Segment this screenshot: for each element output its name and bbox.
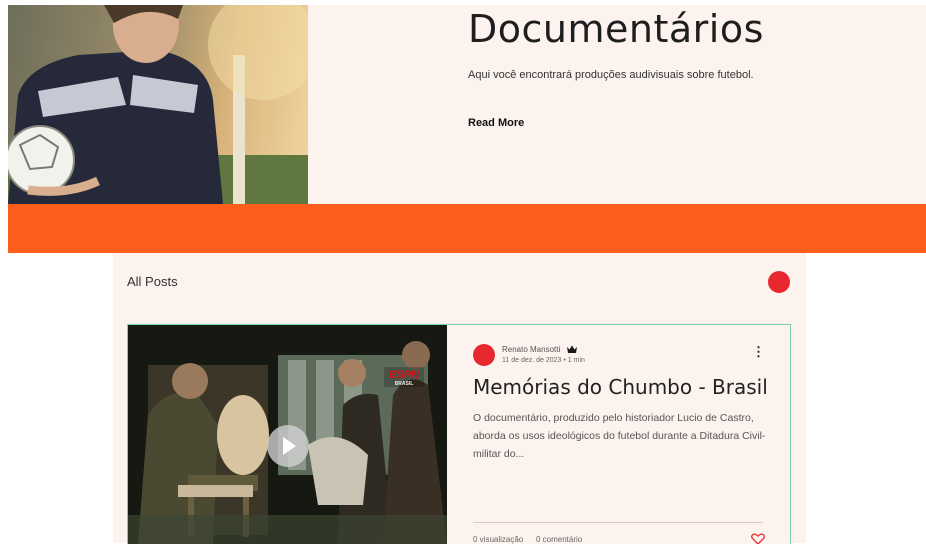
more-options-icon[interactable]: ⋮ [752, 345, 765, 358]
post-title[interactable]: Memórias do Chumbo - Brasil [473, 375, 773, 399]
post-read-time: 1 min [567, 357, 585, 364]
espn-badge-icon: ESPN BRASIL [384, 367, 424, 387]
post-card-body: Renato Mansotti 11 de dez. de 2023 • 1 m… [473, 325, 773, 544]
all-posts-tab[interactable]: All Posts [127, 274, 178, 289]
svg-text:BRASIL: BRASIL [395, 381, 414, 387]
orange-divider-band [8, 204, 926, 253]
hero-section: Documentários Aqui você encontrará produ… [8, 5, 926, 204]
play-icon[interactable] [267, 425, 309, 467]
post-meta: 11 de dez. de 2023 • 1 min [502, 357, 585, 364]
author-avatar[interactable] [473, 344, 495, 366]
hero-title: Documentários [468, 7, 764, 51]
blog-section: All Posts ESPN BRASIL Renato Mansotti 11… [113, 253, 806, 544]
svg-text:ESPN: ESPN [389, 369, 420, 381]
crown-icon [567, 345, 577, 353]
post-card[interactable]: ESPN BRASIL Renato Mansotti 11 de dez. d… [127, 324, 791, 544]
read-more-link[interactable]: Read More [468, 117, 524, 129]
post-video-thumbnail[interactable]: ESPN BRASIL [128, 325, 447, 544]
heart-icon[interactable] [751, 533, 765, 544]
account-avatar-icon[interactable] [768, 271, 790, 293]
post-excerpt: O documentário, produzido pelo historiad… [473, 412, 766, 460]
hero-photo-art [8, 5, 308, 204]
hero-photo [8, 5, 308, 204]
hero-description: Aqui você encontrará produções audivisua… [468, 69, 754, 81]
author-name[interactable]: Renato Mansotti [502, 345, 560, 354]
card-divider [473, 522, 763, 523]
post-date: 11 de dez. de 2023 [502, 357, 562, 364]
